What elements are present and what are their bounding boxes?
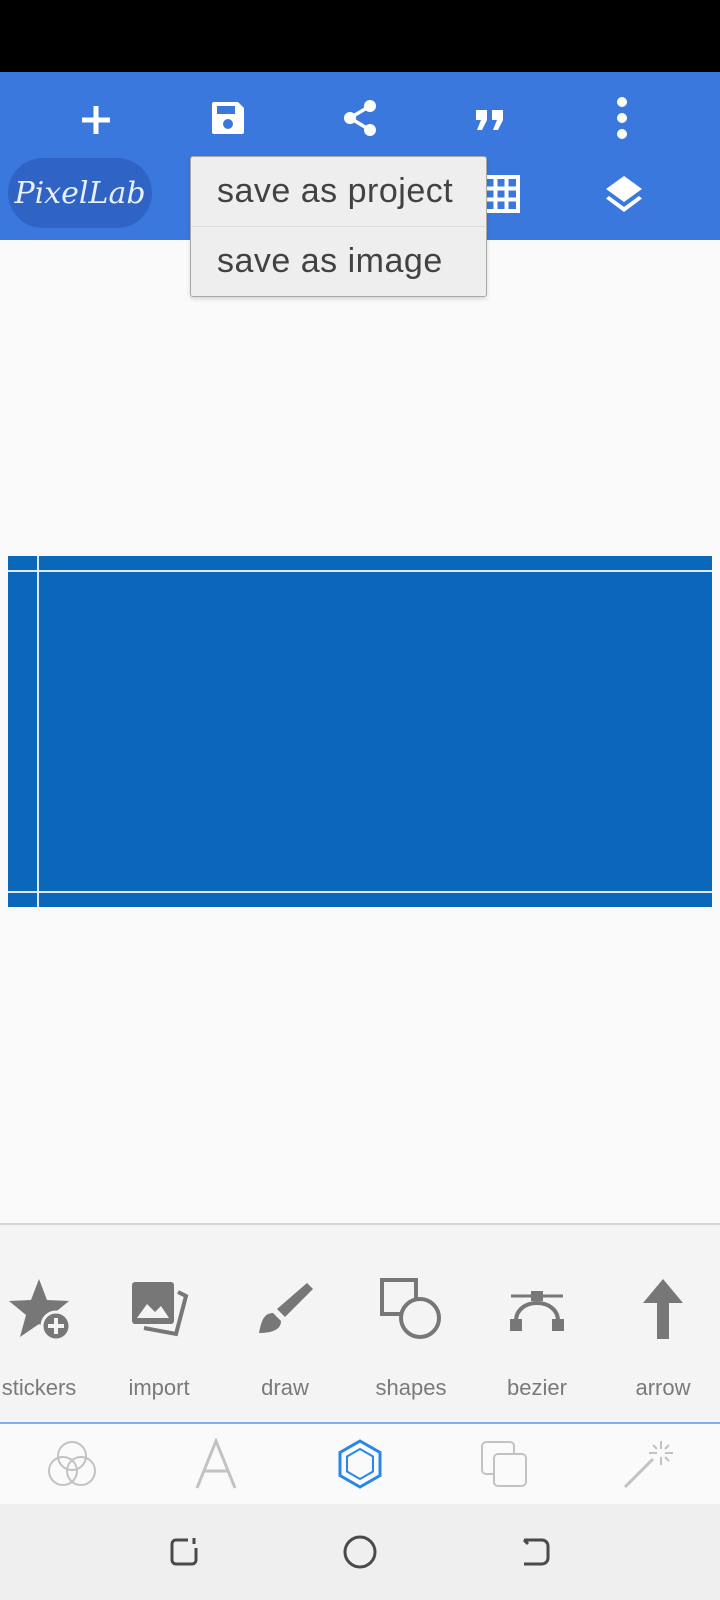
tab-text[interactable]: [144, 1424, 288, 1504]
color-circles-icon: [48, 1441, 96, 1486]
tool-draw[interactable]: draw: [222, 1225, 348, 1422]
logo-text: PixelLab: [14, 175, 146, 211]
tool-label: import: [128, 1375, 190, 1400]
design-rectangle[interactable]: [8, 556, 712, 907]
tool-label: arrow: [635, 1375, 691, 1400]
recents-icon: [170, 1538, 198, 1566]
shapes-icon: [380, 1278, 441, 1339]
tab-shapes[interactable]: [288, 1424, 432, 1504]
save-as-project-item[interactable]: save as project: [191, 157, 486, 226]
home-button[interactable]: [328, 1520, 392, 1584]
save-as-image-item[interactable]: save as image: [191, 226, 486, 296]
share-button[interactable]: [324, 82, 396, 154]
tool-label: stickers: [1, 1375, 77, 1400]
plus-icon: [82, 106, 110, 134]
tool-stickers[interactable]: stickers: [0, 1225, 102, 1422]
guide-line-bottom: [8, 891, 712, 893]
layers-icon: [606, 176, 642, 212]
add-button[interactable]: [60, 84, 132, 156]
text-a-icon: [195, 1438, 237, 1489]
quote-icon: [476, 110, 503, 130]
save-menu: save as project save as image: [190, 156, 487, 297]
image-import-icon: [132, 1282, 189, 1337]
save-button[interactable]: [192, 82, 264, 154]
more-vertical-icon: [617, 97, 627, 139]
tool-shapes[interactable]: shapes: [348, 1225, 474, 1422]
recents-button[interactable]: [152, 1520, 216, 1584]
tool-label: bezier: [507, 1375, 567, 1400]
tab-effects[interactable]: [576, 1424, 720, 1504]
back-button[interactable]: [504, 1520, 568, 1584]
magic-wand-icon: [623, 1441, 673, 1489]
tab-layers[interactable]: [432, 1424, 576, 1504]
share-icon: [344, 100, 376, 136]
tool-import[interactable]: import: [96, 1225, 222, 1422]
home-icon: [343, 1535, 377, 1569]
tab-color[interactable]: [0, 1424, 144, 1504]
status-bar: [0, 0, 720, 72]
hexagon-icon: [338, 1439, 382, 1489]
floppy-save-icon: [212, 102, 244, 134]
tool-arrow[interactable]: arrow: [600, 1225, 720, 1422]
layers-button[interactable]: [588, 158, 660, 230]
quote-button[interactable]: [454, 82, 526, 154]
arrow-up-icon: [643, 1279, 683, 1339]
brush-icon: [259, 1283, 313, 1333]
guide-line-top: [8, 570, 712, 572]
bezier-icon: [510, 1291, 564, 1331]
stack-icon: [481, 1441, 527, 1487]
grid-icon: [482, 175, 520, 213]
more-options-button[interactable]: [586, 82, 658, 154]
tool-bezier[interactable]: bezier: [474, 1225, 600, 1422]
tool-strip: stickers import draw shapes bezier arrow: [0, 1225, 720, 1422]
star-add-icon: [9, 1279, 72, 1342]
tool-label: shapes: [375, 1375, 447, 1400]
guide-line-left: [37, 556, 39, 907]
tool-label: draw: [261, 1375, 309, 1400]
bottom-tab-bar: [0, 1424, 720, 1504]
system-nav-bar: [0, 1504, 720, 1600]
back-icon: [522, 1538, 550, 1566]
pixellab-logo[interactable]: PixelLab: [8, 158, 152, 228]
